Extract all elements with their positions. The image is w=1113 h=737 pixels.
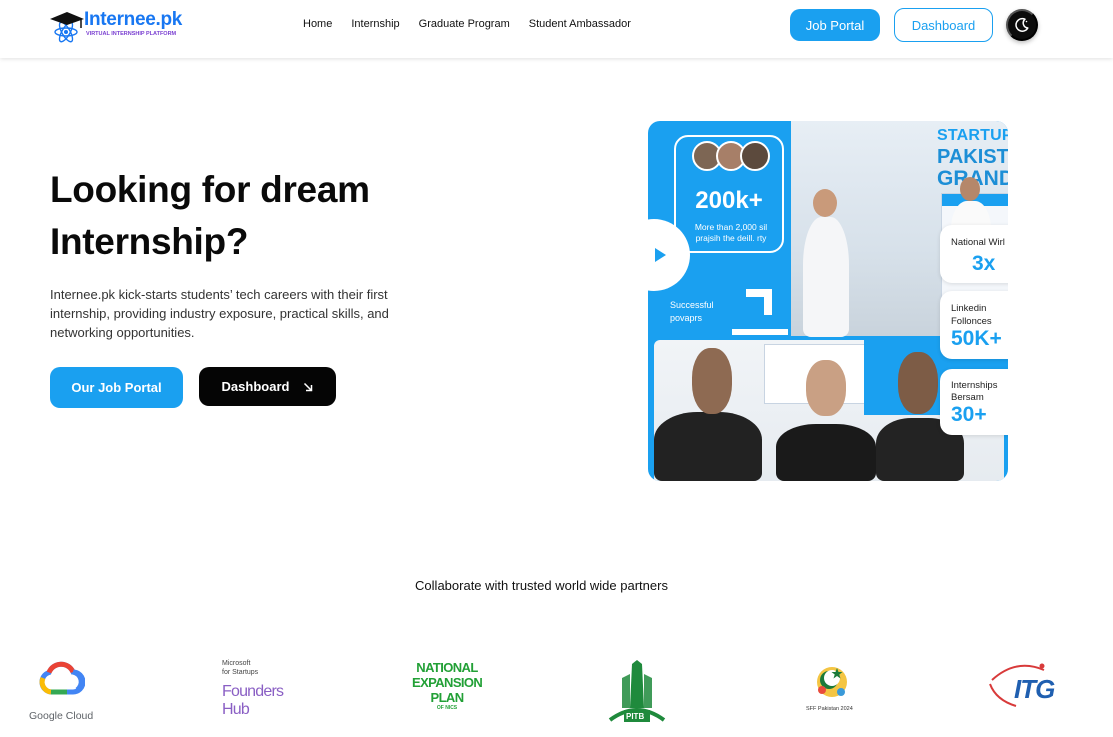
itg-text: ITG (1014, 674, 1055, 704)
main-nav: Home Internship Graduate Program Student… (303, 18, 650, 30)
logo-tagline: VIRTUAL INTERNSHIP PLATFORM (86, 31, 177, 37)
stat-card: 200k+ More than 2,000 sil prajsih the de… (674, 135, 784, 253)
logo-name: Internee.pk (84, 9, 183, 30)
person-photo (654, 412, 762, 481)
banner-line-2: PAKISTAN 2024 (937, 146, 1008, 169)
founders-hub-small-1: Microsoft (222, 660, 251, 667)
side-stat-value: 50K+ (951, 327, 1002, 350)
arrow-down-right-icon (304, 382, 313, 391)
nav-internship[interactable]: Internship (351, 18, 399, 30)
play-icon (655, 248, 666, 262)
dashboard-button[interactable]: Dashboard (894, 8, 993, 42)
nav-home[interactable]: Home (303, 18, 332, 30)
itg-logo: ITG (986, 660, 1055, 730)
our-job-portal-button[interactable]: Our Job Portal (50, 367, 183, 408)
microsoft-founders-hub-logo: Microsoft for Startups Founders Hub (222, 660, 292, 730)
brand-logo[interactable]: Internee.pk VIRTUAL INTERNSHIP PLATFORM (48, 8, 182, 48)
success-caption: Successful povaprs (670, 299, 714, 325)
person-photo (803, 217, 849, 337)
side-stat-label: National Wirl (951, 237, 1005, 248)
nav-graduate-program[interactable]: Graduate Program (419, 18, 510, 30)
hero-collage: STARTUP COMPETITION PAKISTAN 2024 GRAND … (648, 121, 1008, 481)
hero-dashboard-button[interactable]: Dashboard (199, 367, 336, 406)
hero-title: Looking for dream Internship? (50, 164, 370, 268)
national-expansion-plan-logo: NATIONAL EXPANSION PLAN OF NICS (412, 660, 483, 730)
sff-emblem-icon (817, 667, 847, 697)
theme-toggle-button[interactable] (1006, 9, 1038, 41)
success-line-2: povaprs (670, 313, 703, 323)
side-stat-card-linkedin: Linkedin Follonces 50K+ (940, 291, 1008, 359)
bracket-logo-icon (732, 289, 788, 335)
banner-country: PAKISTAN (937, 146, 1008, 168)
job-portal-button[interactable]: Job Portal (790, 9, 880, 41)
success-line-1: Successful (670, 300, 714, 310)
nav-student-ambassador[interactable]: Student Ambassador (529, 18, 631, 30)
sff-text: SFF Pakistan 2024 (806, 706, 853, 712)
hero-title-line-2: Internship? (50, 221, 249, 262)
hero-description: Internee.pk kick-starts students’ tech c… (50, 287, 389, 340)
nep-line-2: EXPANSION (412, 675, 483, 690)
nep-line-3: PLAN (430, 690, 465, 705)
side-stat-value: 30+ (951, 403, 987, 426)
pitb-logo: PITB (604, 658, 670, 728)
avatar-group (692, 141, 770, 171)
google-cloud-logo: Google Cloud (26, 660, 98, 730)
google-cloud-text: Google Cloud (29, 710, 94, 722)
side-stat-label: Internships (951, 380, 998, 391)
founders-hub-large-1: Founders (222, 683, 284, 700)
graduation-cap-icon (50, 12, 84, 43)
hero-title-line-1: Looking for dream (50, 169, 370, 210)
pitb-text: PITB (626, 712, 645, 721)
side-stat-card-national: National Wirl 3x (940, 225, 1008, 283)
stat-value: 200k+ (695, 187, 763, 214)
founders-hub-large-2: Hub (222, 701, 250, 718)
side-stat-value: 3x (972, 252, 996, 275)
founders-hub-small-2: for Startups (222, 669, 259, 676)
moon-icon (1015, 17, 1029, 32)
partners-heading: Collaborate with trusted world wide part… (415, 578, 668, 593)
stat-subtext: More than 2,000 sil prajsih the deill. r… (682, 222, 780, 244)
stat-subtext-line-2: prajsih the deill. rty (695, 233, 767, 243)
avatar (740, 141, 770, 171)
nep-line-4: OF NICS (436, 705, 458, 711)
nep-line-1: NATIONAL (416, 660, 478, 675)
cloud-icon (39, 661, 85, 695)
site-header: Internee.pk VIRTUAL INTERNSHIP PLATFORM … (0, 0, 1113, 58)
sff-pakistan-logo: SFF Pakistan 2024 (804, 660, 860, 730)
banner-line-1: STARTUP COMPETITION (937, 127, 1008, 144)
side-stat-label: Linkedin (951, 303, 987, 314)
person-photo (776, 424, 876, 481)
side-stat-card-internships: Internships Bersam 30+ (940, 369, 1008, 435)
stat-subtext-line-1: More than 2,000 sil (694, 222, 768, 232)
hero-dashboard-label: Dashboard (221, 379, 290, 394)
